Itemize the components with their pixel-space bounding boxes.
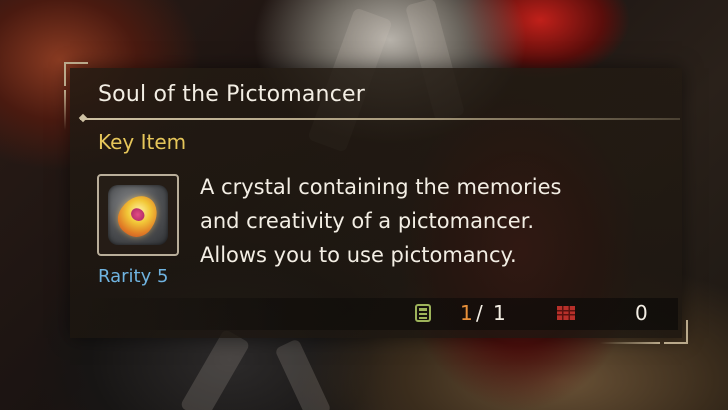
item-category: Key Item xyxy=(98,130,187,154)
box-count: 0 xyxy=(635,301,648,325)
panel-edge-ornament xyxy=(64,90,66,130)
panel-corner-ornament xyxy=(64,62,88,86)
item-rarity: Rarity 5 xyxy=(98,266,169,287)
background-streak xyxy=(274,338,332,410)
background-streak xyxy=(179,328,251,410)
item-icon-background xyxy=(108,185,168,245)
description-line: Allows you to use pictomancy. xyxy=(200,243,517,267)
description-line: A crystal containing the memories xyxy=(200,175,562,199)
owned-count: 1 xyxy=(460,301,473,325)
pouch-icon xyxy=(415,304,431,322)
owned-max: 1 xyxy=(493,301,506,325)
item-icon-frame xyxy=(97,174,179,256)
game-scene: Soul of the Pictomancer Key Item Rarity … xyxy=(0,0,728,410)
crystal-icon xyxy=(111,188,165,244)
item-stats-bar: 1 / 1 0 xyxy=(80,298,678,330)
description-line: and creativity of a pictomancer. xyxy=(200,209,535,233)
item-name: Soul of the Pictomancer xyxy=(98,82,365,107)
panel-edge-ornament xyxy=(600,342,660,344)
title-divider xyxy=(80,118,680,120)
item-description: A crystal containing the memories and cr… xyxy=(200,170,660,272)
owned-separator: / xyxy=(476,301,483,325)
item-tooltip-panel: Soul of the Pictomancer Key Item Rarity … xyxy=(64,62,688,344)
item-box-icon xyxy=(557,306,575,320)
